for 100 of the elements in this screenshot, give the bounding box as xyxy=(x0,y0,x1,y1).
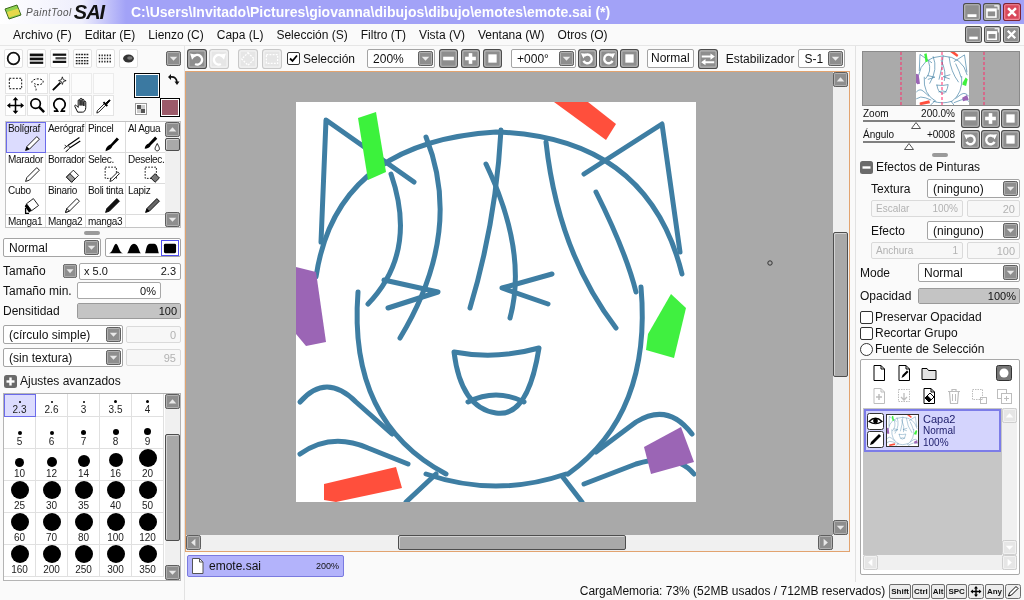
brush-size-button[interactable]: 350 xyxy=(132,545,164,577)
brush-size-button[interactable]: 100 xyxy=(100,513,132,545)
checkbox-label[interactable]: Recortar Grupo xyxy=(875,326,958,340)
rotate-right-icon[interactable] xyxy=(599,49,619,68)
texture-dropdown[interactable]: (ninguno) xyxy=(927,179,1020,198)
brush-size-button[interactable]: 20 xyxy=(132,449,164,481)
dropdown-arrow-icon[interactable] xyxy=(166,51,181,66)
brush-size-button[interactable]: 70 xyxy=(36,513,68,545)
texture-dropdown[interactable]: (sin textura) xyxy=(3,348,123,367)
document-tab[interactable]: emote.sai 200% xyxy=(187,555,344,577)
angle-dropdown[interactable]: +000° xyxy=(511,49,577,68)
menu-item[interactable]: Archivo (F) xyxy=(7,27,78,42)
hand-icon[interactable] xyxy=(71,95,92,116)
minimize-icon[interactable] xyxy=(963,3,981,21)
brush-size-button[interactable]: 60 xyxy=(4,513,36,545)
layer-item[interactable]: Capa2 Normal 100% xyxy=(864,409,1001,452)
sketch-drawing[interactable] xyxy=(296,102,696,502)
dropdown-arrow-icon[interactable] xyxy=(1003,181,1018,196)
resize-handle[interactable] xyxy=(932,152,948,157)
brush-size-button[interactable]: 9 xyxy=(132,417,164,449)
vertical-scrollbar[interactable] xyxy=(833,72,848,535)
minimize-icon[interactable] xyxy=(965,26,982,43)
brush-size-button[interactable]: 8 xyxy=(100,417,132,449)
brush-size-button[interactable]: 3.5 xyxy=(100,394,132,417)
dropdown-arrow-icon[interactable] xyxy=(1003,223,1018,238)
tool-button[interactable]: Borrador xyxy=(46,153,86,184)
blend-mode-dropdown[interactable]: Normal xyxy=(3,238,101,257)
brush-size-button[interactable]: 12 xyxy=(36,449,68,481)
brush-size-button[interactable]: 2.6 xyxy=(36,394,68,417)
tool-button[interactable]: Pincel xyxy=(86,122,126,153)
square-icon[interactable] xyxy=(1001,130,1020,149)
brush-size-button[interactable]: 160 xyxy=(4,545,36,577)
vertical-scrollbar[interactable] xyxy=(165,122,180,227)
close-icon[interactable] xyxy=(1003,26,1020,43)
page-pen-icon[interactable] xyxy=(895,363,913,382)
density-slider[interactable]: 100 xyxy=(77,303,181,319)
effect-dropdown[interactable]: (ninguno) xyxy=(927,221,1020,240)
square-icon[interactable] xyxy=(483,49,503,68)
tool-button[interactable]: Cubo xyxy=(6,184,46,215)
close-icon[interactable] xyxy=(1003,3,1021,21)
move-icon[interactable] xyxy=(5,95,26,116)
tool-button[interactable]: Boli tinta xyxy=(86,184,126,215)
zoom-icon[interactable] xyxy=(27,95,48,116)
scroll-down-icon[interactable] xyxy=(165,212,180,227)
menu-item[interactable]: Selección (S) xyxy=(270,27,354,42)
plus-icon[interactable] xyxy=(4,374,17,388)
stabilizer-dropdown[interactable]: S-1 xyxy=(798,49,846,68)
scroll-right-icon[interactable] xyxy=(818,535,833,550)
plus-icon[interactable] xyxy=(981,109,1000,128)
omega-icon[interactable] xyxy=(49,95,70,116)
rotate-right-icon[interactable] xyxy=(981,130,1000,149)
scroll-up-icon[interactable] xyxy=(165,394,180,409)
tool-button[interactable]: Al Agua xyxy=(126,122,165,153)
layer-mode-dropdown[interactable]: Normal xyxy=(918,263,1020,282)
brush-size-button[interactable]: 80 xyxy=(68,513,100,545)
checker-icon[interactable] xyxy=(135,103,147,115)
brush-size-button[interactable]: 10 xyxy=(4,449,36,481)
dropdown-arrow-icon[interactable] xyxy=(84,240,99,255)
brush-size-button[interactable]: 14 xyxy=(68,449,100,481)
checkbox-label[interactable]: Preservar Opacidad xyxy=(875,310,982,324)
tool-button[interactable]: Manga2 xyxy=(46,215,86,227)
tool-button[interactable]: Lapiz xyxy=(126,184,165,215)
scrollbar-thumb[interactable] xyxy=(398,535,626,550)
brush-size-button[interactable]: 30 xyxy=(36,481,68,513)
resize-handle[interactable] xyxy=(84,230,100,235)
scroll-up-icon[interactable] xyxy=(833,72,848,87)
menu-item[interactable]: Editar (E) xyxy=(78,27,142,42)
brush-size-button[interactable]: 25 xyxy=(4,481,36,513)
opacity-slider[interactable]: 100% xyxy=(918,287,1020,304)
size-field[interactable]: x 5.0 2.3 xyxy=(79,262,181,280)
page-eraser-icon[interactable] xyxy=(920,386,938,405)
rotate-left-icon[interactable] xyxy=(961,130,980,149)
scrollbar-thumb[interactable] xyxy=(165,138,180,151)
thick-lines-icon[interactable] xyxy=(27,49,46,68)
maximize-icon[interactable] xyxy=(983,3,1001,21)
blob-icon[interactable] xyxy=(119,49,138,68)
scroll-up-icon[interactable] xyxy=(165,122,180,137)
brush-size-button[interactable]: 6 xyxy=(36,417,68,449)
menu-item[interactable]: Ventana (W) xyxy=(471,27,551,42)
radio-button[interactable] xyxy=(860,342,873,356)
square-icon[interactable] xyxy=(1001,109,1020,128)
slider-thumb-icon[interactable] xyxy=(904,143,914,150)
brush-size-button[interactable]: 7 xyxy=(68,417,100,449)
swap-arrow-icon[interactable] xyxy=(167,73,180,86)
color-swatch-icon[interactable] xyxy=(160,98,180,117)
scroll-left-icon[interactable] xyxy=(186,535,201,550)
tool-button[interactable]: Deselec. xyxy=(126,153,165,184)
pen-icon[interactable] xyxy=(867,431,884,448)
mode-button[interactable]: Normal xyxy=(647,49,694,68)
rotate-left-icon[interactable] xyxy=(578,49,598,68)
checkbox[interactable] xyxy=(287,52,300,65)
minus-icon[interactable] xyxy=(860,160,873,174)
horizontal-scrollbar[interactable] xyxy=(186,535,833,550)
plus-icon[interactable] xyxy=(461,49,481,68)
min-size-field[interactable]: 0% xyxy=(77,282,161,299)
zoom-dropdown[interactable]: 200% xyxy=(367,49,436,68)
color-swatch-icon[interactable] xyxy=(134,73,160,98)
dropdown-arrow-icon[interactable] xyxy=(1003,265,1018,280)
new-page-icon[interactable] xyxy=(870,363,888,382)
minus-icon[interactable] xyxy=(961,109,980,128)
